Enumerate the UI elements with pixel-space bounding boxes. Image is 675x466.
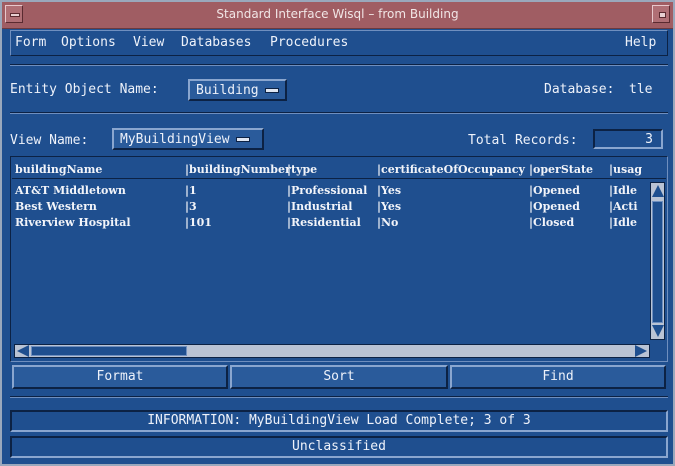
table-row[interactable]: Riverview Hospital |101 |Residential |No… [15, 216, 637, 231]
maximize-button[interactable] [652, 5, 670, 23]
table-cell: |1 [185, 184, 197, 197]
menu-form[interactable]: Form [15, 35, 46, 50]
information-status-bar: INFORMATION: MyBuildingView Load Complet… [10, 410, 668, 432]
menu-databases[interactable]: Databases [181, 35, 251, 50]
find-button[interactable]: Find [450, 365, 666, 389]
menu-procedures-label: Procedures [270, 35, 349, 50]
table-cell: |101 [185, 216, 212, 229]
menu-help-label: Help [625, 35, 657, 50]
total-records-field: 3 [593, 129, 663, 149]
table-cell: |Professional [287, 184, 368, 197]
table-cell: |Yes [377, 184, 402, 197]
window-title: Standard Interface Wisql – from Building [216, 7, 459, 21]
option-menu-indicator-icon [235, 137, 250, 142]
table-cell: |Idle [609, 216, 638, 229]
vertical-scrollbar[interactable] [650, 182, 665, 340]
table-cell: |Closed [529, 216, 575, 229]
table-cell: Best Western [15, 200, 97, 213]
wisql-window: Standard Interface Wisql – from Building… [0, 0, 675, 466]
table-cell: |Industrial [287, 200, 353, 213]
table-cell: |Yes [377, 200, 402, 213]
header-divider [12, 178, 666, 179]
format-button[interactable]: Format [12, 365, 228, 389]
table-row[interactable]: AT&T Middletown |1 |Professional |Yes |O… [15, 184, 637, 199]
menu-help[interactable]: Help [625, 35, 656, 50]
total-records-label: Total Records: [468, 133, 578, 148]
table-cell: |No [377, 216, 399, 229]
horizontal-scroll-thumb[interactable] [31, 346, 187, 356]
scroll-up-arrow-icon[interactable] [652, 185, 664, 197]
table-cell: |Acti [609, 200, 638, 213]
menu-view[interactable]: View [133, 35, 164, 50]
table-cell: AT&T Middletown [15, 184, 126, 197]
table-cell: |Opened [529, 200, 580, 213]
table-row[interactable]: Best Western |3 |Industrial |Yes |Opened… [15, 200, 638, 215]
scroll-down-arrow-icon[interactable] [652, 325, 664, 337]
table-cell: |Opened [529, 184, 580, 197]
table-cell: |3 [185, 200, 197, 213]
column-header[interactable]: |type [287, 163, 317, 176]
results-table: buildingName |buildingNumber |type |cert… [10, 156, 668, 362]
menu-bar: Form Options View Databases Procedures H… [10, 30, 668, 56]
entity-label: Entity Object Name: [10, 82, 159, 97]
title-bar[interactable]: Standard Interface Wisql – from Building [2, 2, 673, 29]
maximize-icon [659, 12, 666, 18]
sort-button[interactable]: Sort [230, 365, 448, 389]
menu-databases-label: Databases [181, 35, 252, 50]
horizontal-scrollbar[interactable] [14, 344, 650, 358]
entity-option-menu[interactable]: Building [188, 79, 287, 101]
column-header[interactable]: |buildingNumber [185, 163, 291, 176]
view-option-menu[interactable]: MyBuildingView [112, 128, 264, 150]
table-cell: |Residential [287, 216, 361, 229]
menu-view-label: View [133, 35, 165, 50]
column-header[interactable]: |certificateOfOccupancy [377, 163, 525, 176]
column-header[interactable]: |operState [529, 163, 593, 176]
scroll-right-arrow-icon[interactable] [635, 345, 647, 357]
menu-form-label: Form [15, 35, 47, 50]
column-header[interactable]: |usag [609, 163, 642, 176]
classification-banner: Unclassified [10, 436, 668, 458]
table-cell: |Idle [609, 184, 638, 197]
column-header[interactable]: buildingName [15, 163, 102, 176]
scroll-left-arrow-icon[interactable] [17, 345, 29, 357]
view-value: MyBuildingView [120, 132, 230, 147]
table-cell: Riverview Hospital [15, 216, 131, 229]
database-value: tle [629, 82, 653, 97]
option-menu-indicator-icon [264, 88, 279, 93]
vertical-scroll-thumb[interactable] [652, 201, 663, 323]
separator [10, 396, 668, 398]
view-name-label: View Name: [10, 133, 89, 148]
separator [10, 112, 668, 114]
separator [10, 64, 668, 66]
entity-value: Building [196, 83, 259, 98]
menu-options-label: Options [61, 35, 116, 50]
menu-procedures[interactable]: Procedures [270, 35, 348, 50]
database-label: Database: [544, 82, 615, 97]
menu-options[interactable]: Options [61, 35, 116, 50]
